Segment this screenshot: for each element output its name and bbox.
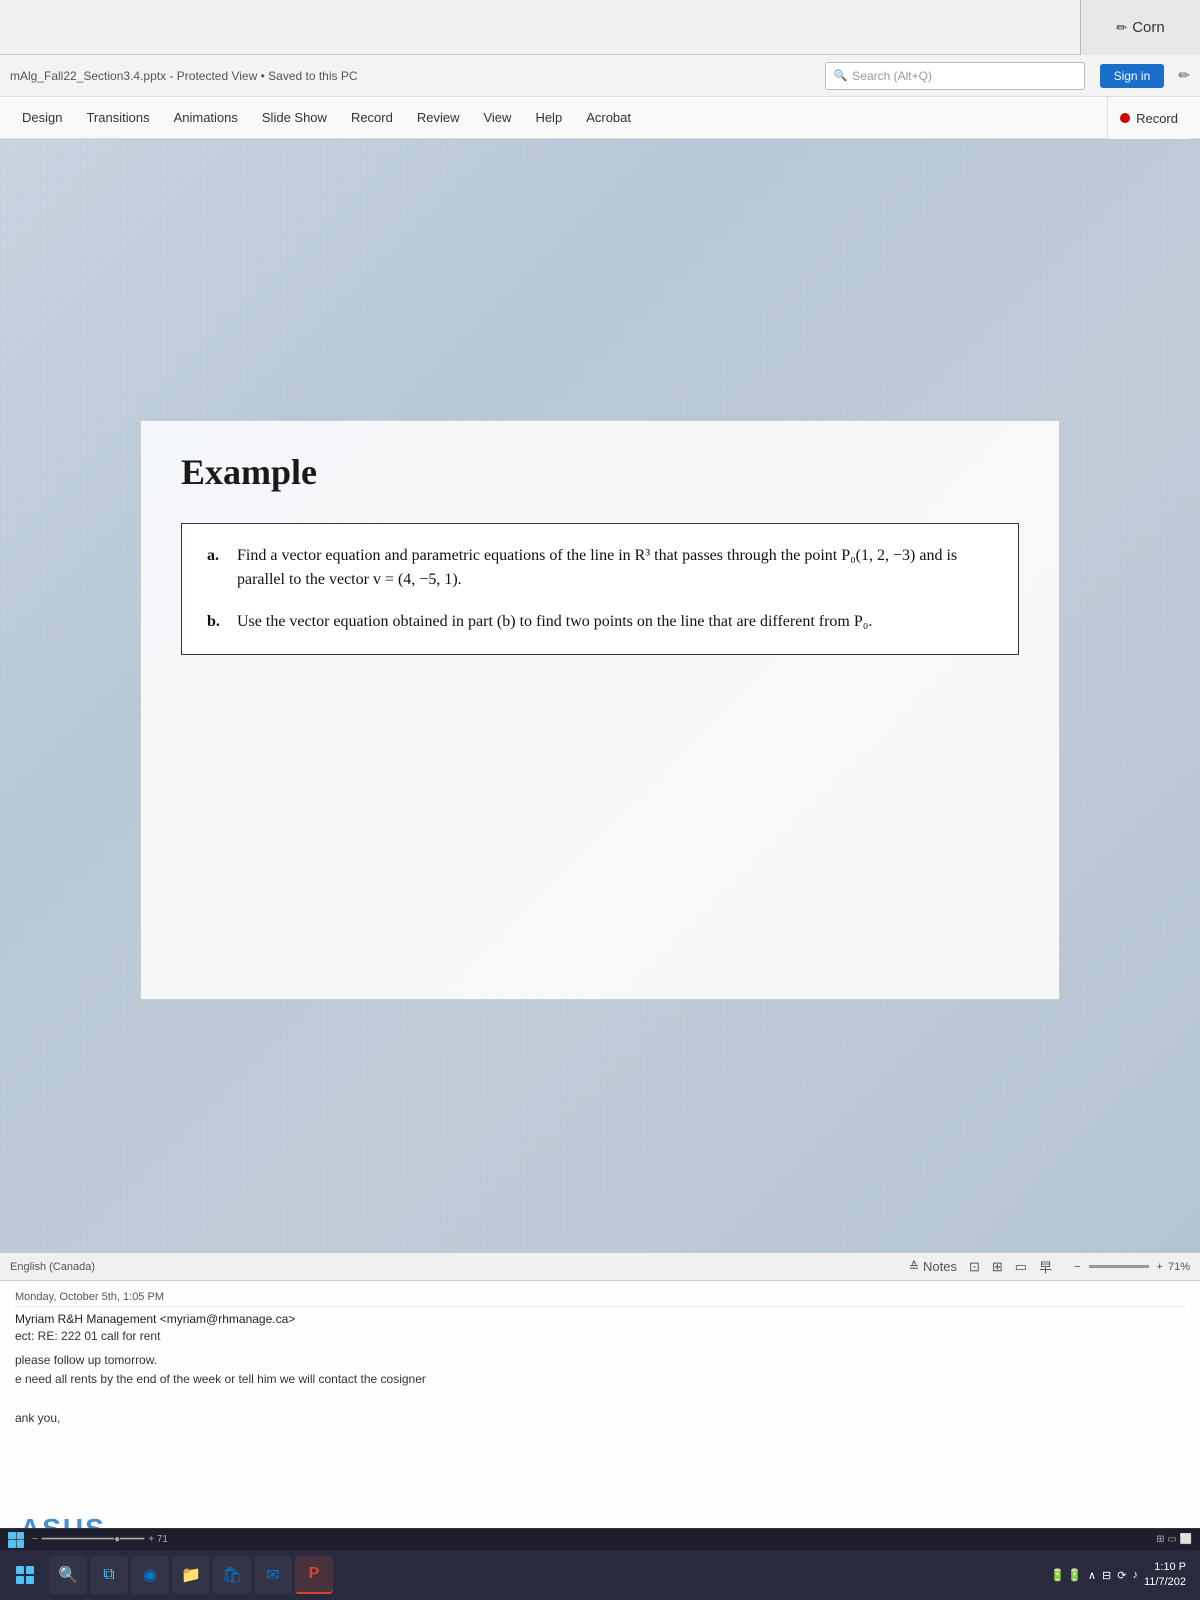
windows-icon bbox=[16, 1566, 34, 1584]
zoom-area: − + 71% bbox=[1074, 1261, 1190, 1273]
secondary-status-text: − bbox=[32, 1534, 38, 1545]
email-subject: ect: RE: 222 01 call for rent bbox=[15, 1329, 1185, 1343]
ribbon-item-record[interactable]: Record bbox=[339, 102, 405, 133]
taskbar-taskview-button[interactable]: ⧉ bbox=[90, 1556, 128, 1594]
example-text-a: Find a vector equation and parametric eq… bbox=[237, 544, 993, 592]
zoom-plus[interactable]: + bbox=[1157, 1261, 1163, 1273]
network-icon[interactable]: ⊟ bbox=[1102, 1569, 1111, 1582]
example-text-b: Use the vector equation obtained in part… bbox=[237, 610, 993, 634]
taskbar-search-button[interactable]: 🔍 bbox=[49, 1556, 87, 1594]
record-right-label: Record bbox=[1136, 111, 1178, 126]
search-placeholder: Search (Alt+Q) bbox=[852, 69, 932, 83]
powerpoint-icon: P bbox=[309, 1565, 320, 1583]
ribbon-item-review[interactable]: Review bbox=[405, 102, 472, 133]
secondary-taskbar: − ━━━━━━━━━━━━●━━━━ + 71 ⊞ ▭ ⬜ bbox=[0, 1528, 1200, 1550]
slide-content: Example a. Find a vector equation and pa… bbox=[140, 420, 1060, 1000]
record-circle-icon bbox=[1120, 113, 1130, 123]
record-right-area[interactable]: Record bbox=[1107, 97, 1190, 139]
edit-icon: ✏ bbox=[1116, 20, 1127, 36]
ribbon-item-acrobat[interactable]: Acrobat bbox=[574, 102, 643, 133]
search-taskbar-icon: 🔍 bbox=[58, 1565, 78, 1585]
filename: mAlg_Fall22_Section3.4.pptx bbox=[10, 69, 166, 83]
ribbon-item-design[interactable]: Design bbox=[10, 102, 74, 133]
top-bar: ✏ Corn bbox=[0, 0, 1200, 55]
taskbar-app-icons: 🔍 ⧉ ◉ 📁 🛍 ✉ P bbox=[49, 1556, 333, 1594]
status-language: English (Canada) bbox=[10, 1261, 908, 1273]
store-icon: 🛍 bbox=[222, 1565, 242, 1585]
sign-in-button[interactable]: Sign in bbox=[1100, 64, 1165, 88]
battery-indicator: 🔋 🔋 bbox=[1050, 1568, 1082, 1582]
status-center: ≙ Notes ⊡ ⊞ ▭ 早 − + 71% bbox=[908, 1257, 1190, 1276]
taskbar-mail-button[interactable]: ✉ bbox=[254, 1556, 292, 1594]
ribbon: Design Transitions Animations Slide Show… bbox=[0, 97, 1200, 139]
email-from: Myriam R&H Management <myriam@rhmanage.c… bbox=[15, 1312, 1185, 1326]
view-icon-4[interactable]: 早 bbox=[1039, 1257, 1052, 1276]
email-body-line-3 bbox=[15, 1389, 1185, 1408]
email-body-line-1: please follow up tomorrow. bbox=[15, 1351, 1185, 1370]
secondary-zoom: + 71 bbox=[148, 1534, 168, 1545]
taskbar-powerpoint-button[interactable]: P bbox=[295, 1556, 333, 1594]
time-value: 1:10 P bbox=[1144, 1560, 1186, 1575]
title-separator: - bbox=[169, 69, 176, 83]
example-label-a: a. bbox=[207, 544, 229, 592]
battery-icon2: 🔋 bbox=[1067, 1568, 1082, 1582]
ribbon-item-help[interactable]: Help bbox=[523, 102, 574, 133]
corner-label: ✏ Corn bbox=[1080, 0, 1200, 55]
title-bar: mAlg_Fall22_Section3.4.pptx - Protected … bbox=[0, 55, 1200, 97]
taskbar-explorer-button[interactable]: 📁 bbox=[172, 1556, 210, 1594]
zoom-value: 71% bbox=[1168, 1261, 1190, 1273]
explorer-icon: 📁 bbox=[181, 1565, 201, 1585]
ribbon-item-transitions[interactable]: Transitions bbox=[74, 102, 161, 133]
taskbar-store-button[interactable]: 🛍 bbox=[213, 1556, 251, 1594]
secondary-right-icons: ⊞ ▭ ⬜ bbox=[1156, 1534, 1192, 1545]
title-text: mAlg_Fall22_Section3.4.pptx - Protected … bbox=[10, 69, 810, 83]
email-header-date: Monday, October 5th, 1:05 PM bbox=[15, 1291, 1185, 1307]
volume-icon[interactable]: ♪ bbox=[1132, 1569, 1138, 1581]
slide-title: Example bbox=[181, 451, 1019, 493]
system-clock[interactable]: 1:10 P 11/7/202 bbox=[1144, 1560, 1186, 1591]
zoom-slider[interactable] bbox=[1089, 1265, 1149, 1268]
taskview-icon: ⧉ bbox=[103, 1566, 114, 1584]
ribbon-item-animations[interactable]: Animations bbox=[162, 102, 250, 133]
notes-label: Notes bbox=[923, 1259, 957, 1274]
secondary-taskbar-icons: − ━━━━━━━━━━━━●━━━━ + 71 bbox=[8, 1532, 168, 1548]
date-value: 11/7/202 bbox=[1144, 1575, 1186, 1590]
edit-icon-title: ✏ bbox=[1178, 67, 1190, 84]
notes-button[interactable]: ≙ Notes bbox=[908, 1259, 956, 1275]
email-body: please follow up tomorrow. e need all re… bbox=[15, 1351, 1185, 1428]
example-label-b: b. bbox=[207, 610, 229, 634]
email-body-line-4: ank you, bbox=[15, 1409, 1185, 1428]
secondary-slider: ━━━━━━━━━━━━●━━━━ bbox=[42, 1534, 144, 1545]
email-body-line-2: e need all rents by the end of the week … bbox=[15, 1370, 1185, 1389]
file-status: Protected View • Saved to this PC bbox=[177, 69, 358, 83]
taskbar-system-tray: 🔋 🔋 ∧ ⊟ ⟳ ♪ 1:10 P 11/7/202 bbox=[1050, 1560, 1194, 1591]
example-item-b: b. Use the vector equation obtained in p… bbox=[207, 610, 993, 634]
example-item-a: a. Find a vector equation and parametric… bbox=[207, 544, 993, 592]
taskbar: 🔍 ⧉ ◉ 📁 🛍 ✉ P 🔋 🔋 bbox=[0, 1550, 1200, 1600]
corner-text: Corn bbox=[1132, 19, 1165, 36]
up-arrow-icon[interactable]: ∧ bbox=[1088, 1569, 1096, 1582]
ribbon-item-view[interactable]: View bbox=[471, 102, 523, 133]
taskbar-edge-button[interactable]: ◉ bbox=[131, 1556, 169, 1594]
ribbon-item-slideshow[interactable]: Slide Show bbox=[250, 102, 339, 133]
mail-icon: ✉ bbox=[266, 1565, 279, 1585]
search-box[interactable]: 🔍 Search (Alt+Q) bbox=[825, 62, 1085, 90]
view-icon-1[interactable]: ⊡ bbox=[969, 1259, 980, 1275]
battery-icon: 🔋 bbox=[1050, 1568, 1065, 1582]
zoom-minus[interactable]: − bbox=[1074, 1261, 1080, 1273]
slide-area: Example a. Find a vector equation and pa… bbox=[0, 139, 1200, 1280]
windows-start-button[interactable] bbox=[6, 1556, 44, 1594]
example-box: a. Find a vector equation and parametric… bbox=[181, 523, 1019, 655]
search-icon: 🔍 bbox=[834, 69, 848, 82]
secondary-icon-1 bbox=[8, 1532, 24, 1548]
refresh-icon[interactable]: ⟳ bbox=[1117, 1569, 1126, 1582]
status-bar: English (Canada) ≙ Notes ⊡ ⊞ ▭ 早 − + 71% bbox=[0, 1252, 1200, 1280]
view-icon-3[interactable]: ▭ bbox=[1015, 1259, 1027, 1275]
edge-icon: ◉ bbox=[143, 1565, 157, 1585]
view-icon-2[interactable]: ⊞ bbox=[992, 1259, 1003, 1275]
